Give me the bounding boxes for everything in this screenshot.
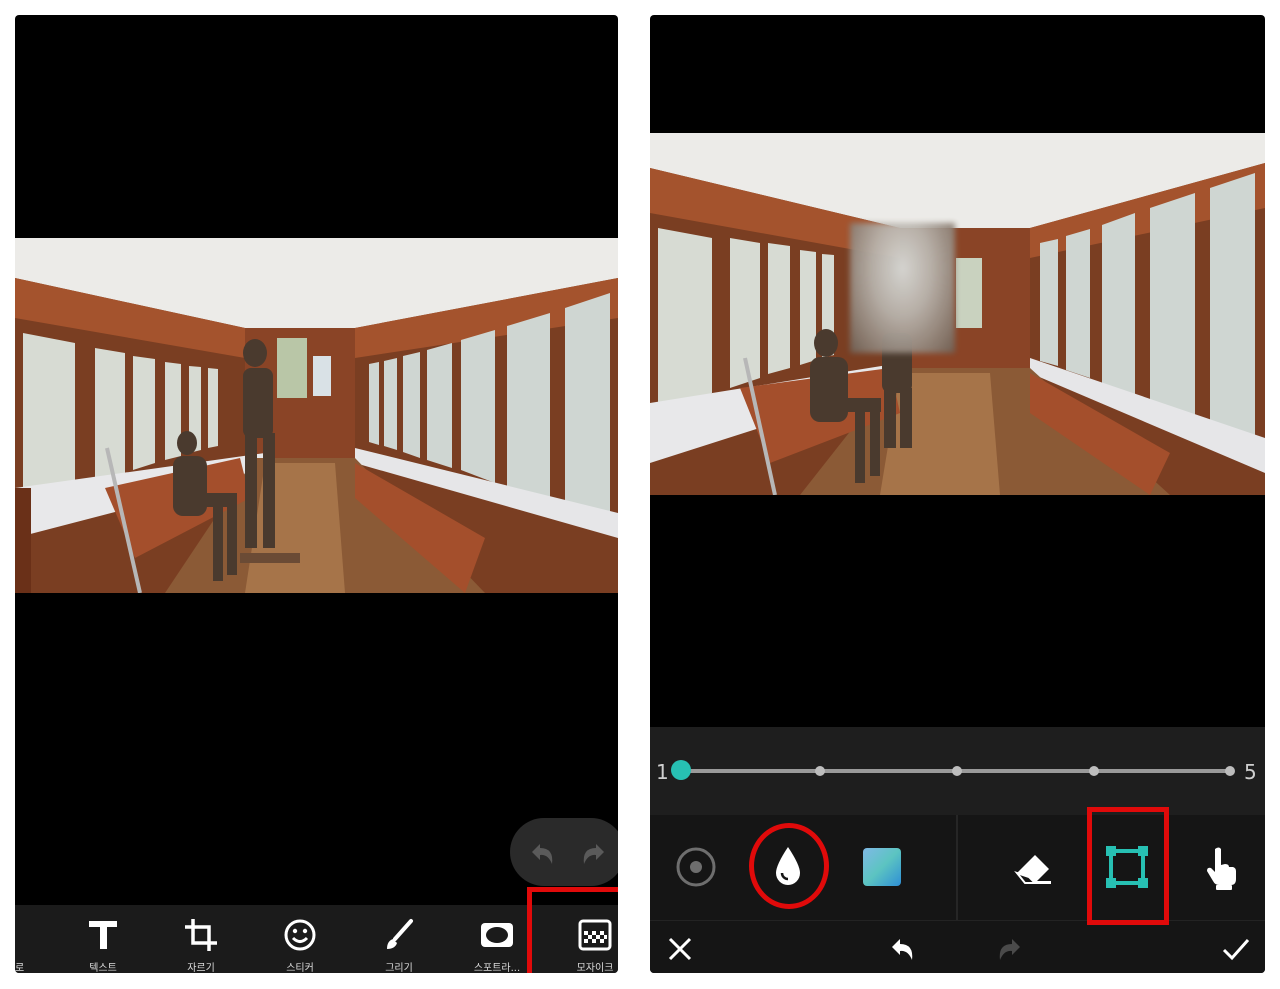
slider-tick[interactable] [1089, 766, 1099, 776]
toolbar-edge-label: 로 [15, 963, 25, 973]
confirm-icon[interactable] [1220, 933, 1252, 965]
tool-crop-label: 자르기 [187, 963, 215, 973]
mosaic-mode-bar [650, 815, 1265, 920]
hand-touch-icon[interactable] [1191, 837, 1251, 897]
eraser-icon[interactable] [1003, 837, 1063, 897]
slider-track[interactable] [683, 766, 1235, 776]
spotlight-icon [481, 923, 513, 947]
crop-icon [185, 919, 217, 951]
tool-spotlight-label: 스포트라... [473, 963, 521, 973]
right-mosaic-editor-screen: 1 5 [650, 15, 1265, 973]
tool-spotlight[interactable]: 스포트라... [457, 905, 537, 973]
undo-icon[interactable] [524, 836, 558, 870]
mosaic-strength-slider-area: 1 5 [650, 727, 1265, 815]
slider-max-label: 5 [1244, 760, 1257, 784]
left-editor-screen: 로 텍스트 자르기 스티커 그리기 스포트라... 모자이크 [15, 15, 618, 973]
tram-interior-photo[interactable] [15, 238, 618, 593]
brush-icon [387, 919, 413, 949]
mode-divider [956, 815, 958, 920]
blur-drop-highlight-circle [749, 823, 829, 909]
sticker-icon [284, 919, 316, 951]
slider-thumb[interactable] [671, 760, 691, 780]
slider-min-label: 1 [656, 760, 669, 784]
tool-crop[interactable]: 자르기 [161, 905, 241, 973]
tool-text-label: 텍스트 [89, 963, 117, 973]
tool-sticker[interactable]: 스티커 [260, 905, 340, 973]
tool-sticker-label: 스티커 [286, 963, 314, 973]
text-icon [89, 921, 117, 949]
photo-image [650, 133, 1265, 495]
editor-action-bar [650, 920, 1265, 973]
tool-draw-label: 그리기 [385, 963, 413, 973]
mosaic-highlight-box [527, 887, 618, 973]
tool-text[interactable]: 텍스트 [63, 905, 143, 973]
gradient-mosaic-icon[interactable] [852, 837, 912, 897]
circle-mode-icon[interactable] [666, 837, 726, 897]
slider-tick[interactable] [815, 766, 825, 776]
redo-icon[interactable] [578, 836, 612, 870]
close-icon[interactable] [664, 933, 696, 965]
undo-redo-pill [510, 818, 618, 886]
redo-icon[interactable] [994, 933, 1026, 965]
photo-image [15, 238, 618, 593]
slider-tick[interactable] [1225, 766, 1235, 776]
mosaic-blur-region[interactable] [850, 223, 955, 353]
rectangle-select-highlight-box [1087, 807, 1169, 925]
tool-draw[interactable]: 그리기 [359, 905, 439, 973]
undo-icon[interactable] [886, 933, 918, 965]
tram-interior-photo-mosaic[interactable] [650, 133, 1265, 495]
slider-tick[interactable] [952, 766, 962, 776]
